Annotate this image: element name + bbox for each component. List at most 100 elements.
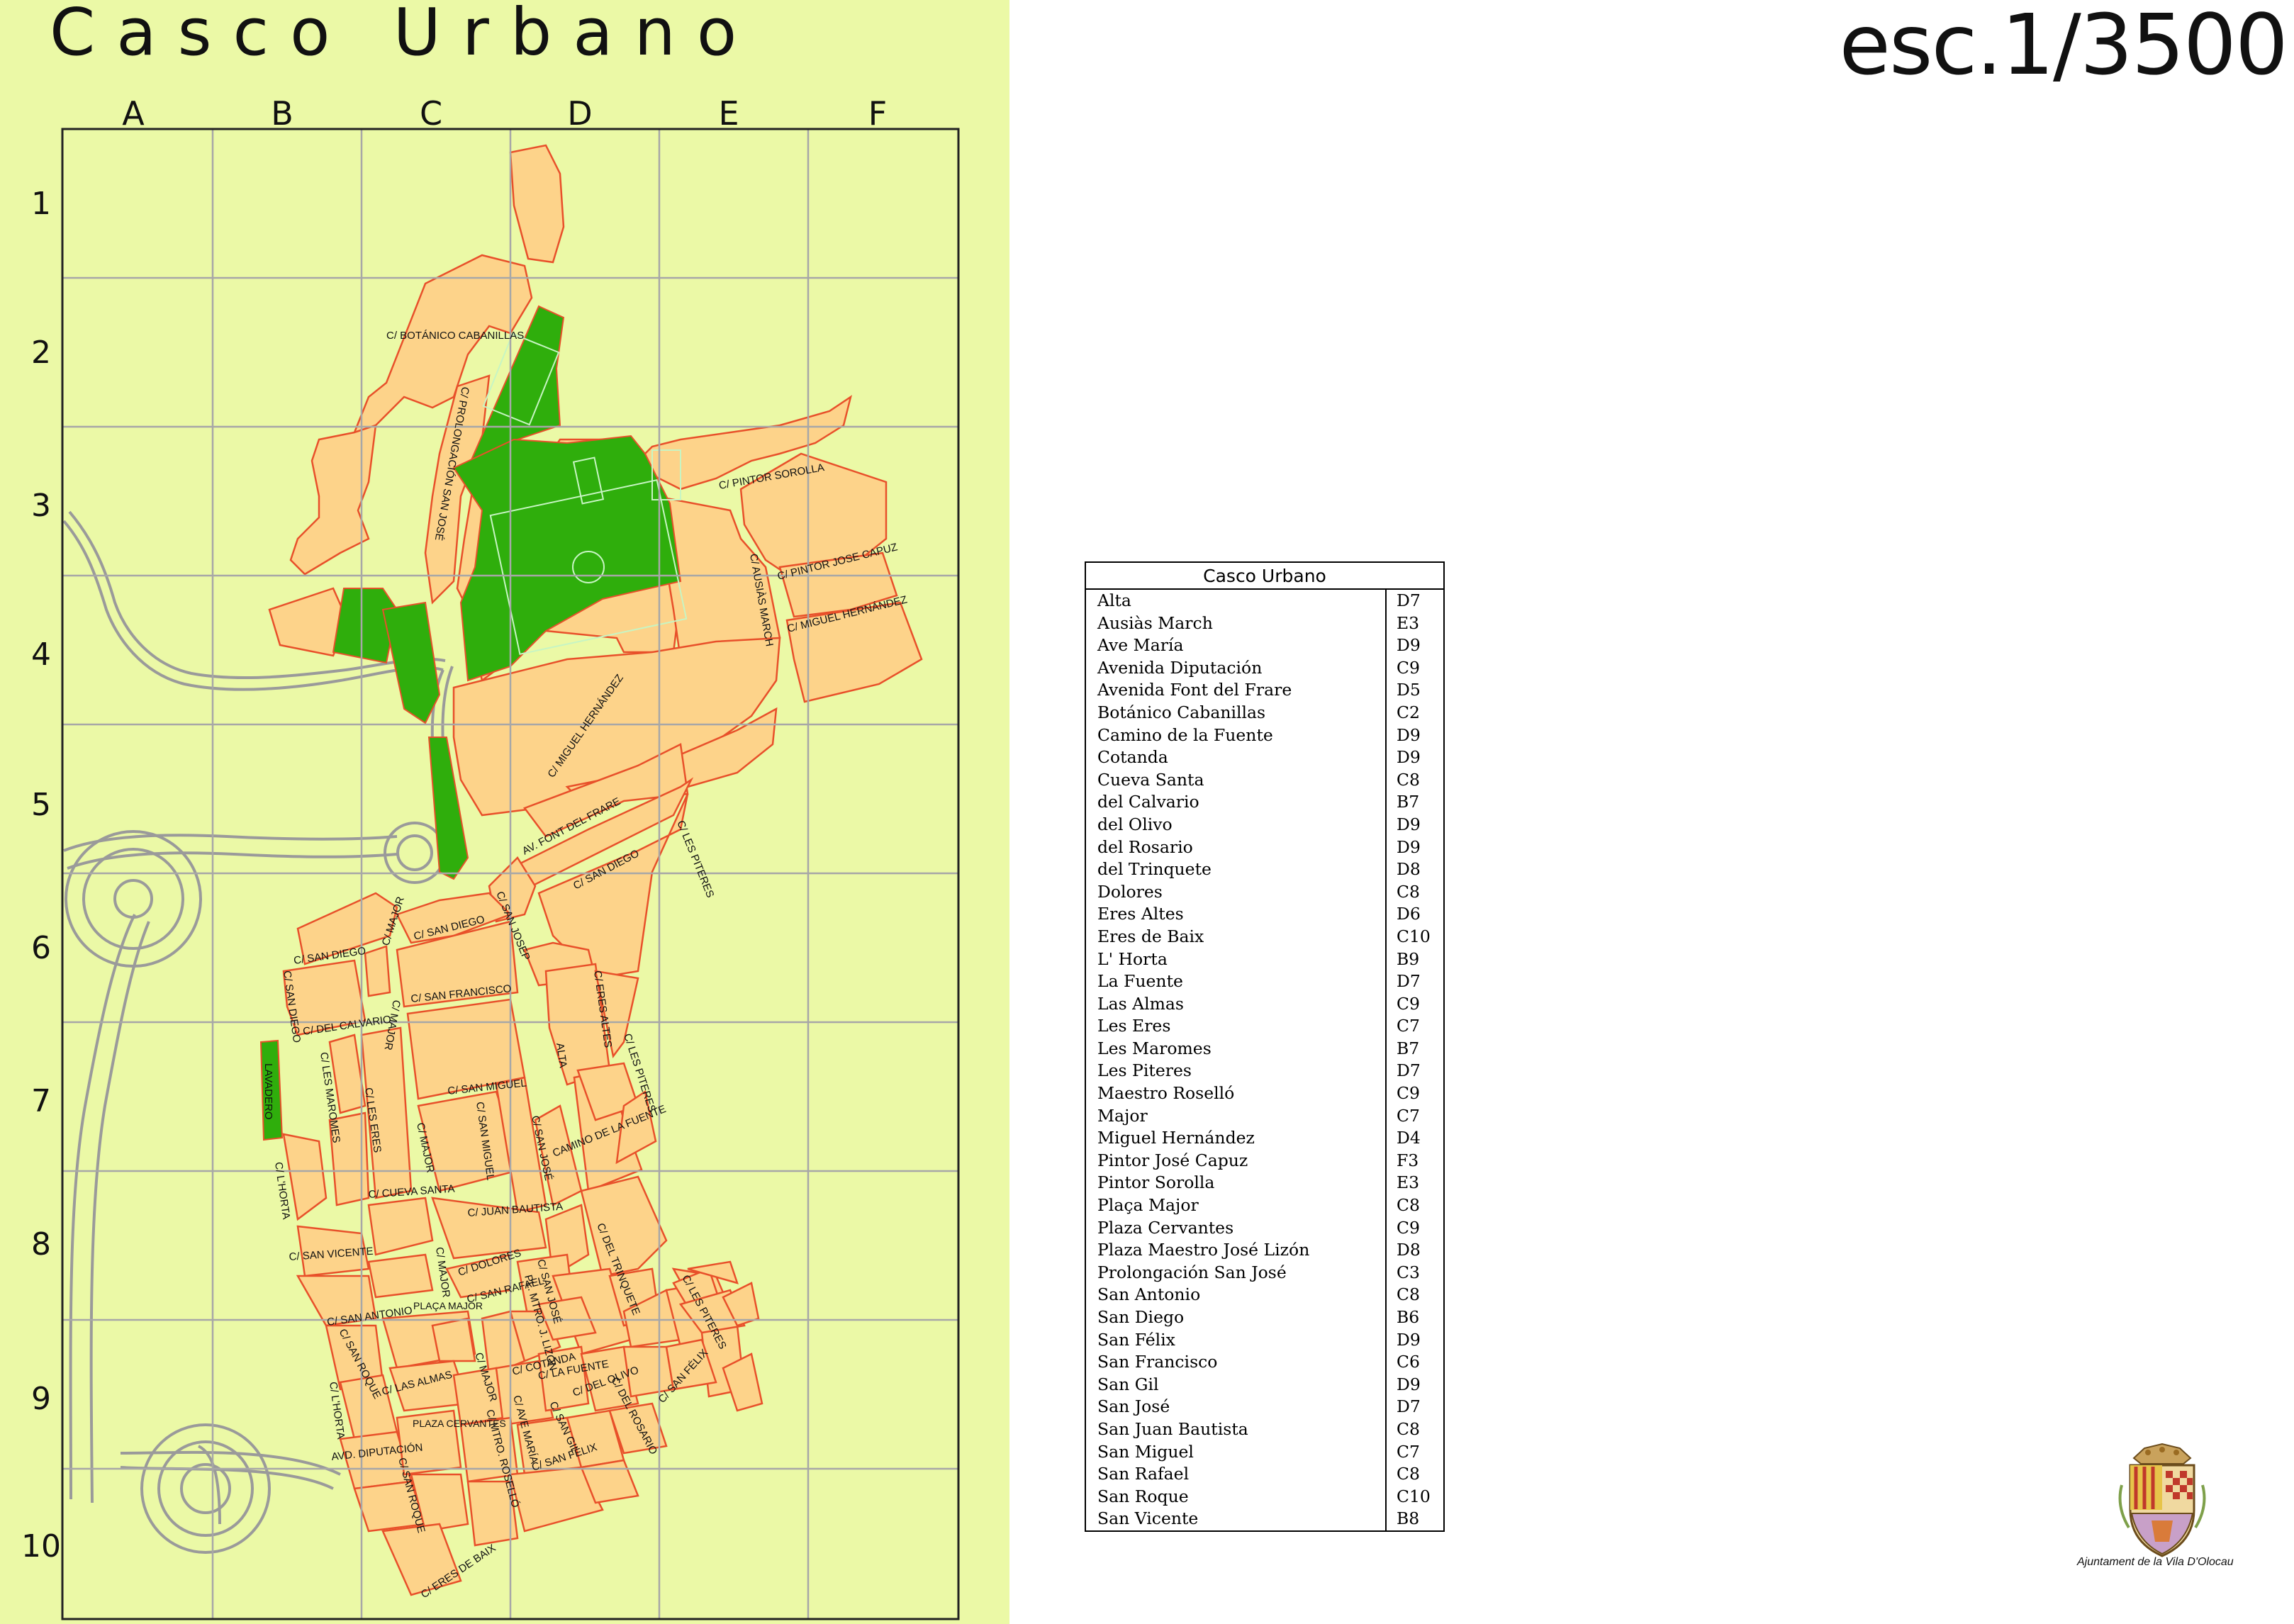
index-street-name: San Diego [1097,1307,1185,1327]
index-street-name: del Trinquete [1097,859,1212,880]
index-grid-ref: C8 [1385,1418,1444,1441]
scale-label: esc.1/3500 [1839,0,2288,94]
index-row: Cueva Santa C8 [1085,768,1444,792]
index-grid-ref: E3 [1385,1172,1444,1195]
index-row: Dolores C8 [1085,880,1444,904]
index-grid-ref: C8 [1385,768,1444,792]
index-row: del Olivo D9 [1085,813,1444,836]
index-row: San Gil D9 [1085,1373,1444,1396]
index-row: Major C7 [1085,1104,1444,1128]
grid-row-2: 2 [31,335,51,371]
index-street-name: San Félix [1097,1329,1175,1350]
index-grid-ref: C8 [1385,880,1444,904]
index-street-name: Avenida Font del Frare [1097,680,1292,700]
index-row: San Diego B6 [1085,1306,1444,1329]
index-body: Alta D7 Ausiàs March E3 Ave María D9 Avenida D… [1085,589,1444,1531]
index-grid-ref: C10 [1385,1485,1444,1508]
index-grid-ref: B9 [1385,948,1444,971]
index-street-name: Major [1097,1105,1148,1126]
index-street-name: Dolores [1097,881,1163,902]
index-street-name: San Rafael [1097,1464,1190,1484]
index-grid-ref: C9 [1385,992,1444,1016]
street-index-table: Casco Urbano Alta D7 Ausiàs March E3 Ave Mar… [1085,561,1445,1532]
index-grid-ref: C8 [1385,1463,1444,1486]
index-grid-ref: F3 [1385,1149,1444,1172]
index-row: Les Maromes B7 [1085,1037,1444,1060]
town-map[interactable]: A B C D E F 1 2 3 4 5 6 7 8 9 10 C/ BOTÁ… [0,0,1009,1624]
index-street-name: Ausiàs March [1097,612,1213,633]
index-grid-ref: C10 [1385,925,1444,948]
index-grid-ref: D7 [1385,970,1444,993]
crest-caption: Ajuntament de la Vila D'Olocau [2077,1556,2234,1568]
index-grid-ref: D9 [1385,1373,1444,1396]
index-grid-ref: C7 [1385,1015,1444,1038]
index-grid-ref: B7 [1385,1037,1444,1060]
municipal-crest-icon [2118,1443,2206,1557]
grid-row-8: 8 [31,1226,51,1262]
grid-row-4: 4 [31,637,51,673]
index-grid-ref: C3 [1385,1261,1444,1284]
index-row: Ave María D9 [1085,634,1444,657]
grid-row-10: 10 [21,1528,61,1564]
index-row: Pintor José Capuz F3 [1085,1149,1444,1172]
index-street-name: Plaza Cervantes [1097,1217,1234,1238]
index-row: Cotanda D9 [1085,746,1444,769]
index-street-name: Maestro Roselló [1097,1083,1235,1104]
grid-row-6: 6 [31,930,51,966]
index-street-name: Cueva Santa [1097,769,1204,790]
index-street-name: Plaza Maestro José Lizón [1097,1240,1310,1260]
index-row: La Fuente D7 [1085,970,1444,993]
index-row: Avenida Font del Frare D5 [1085,679,1444,702]
index-row: Botánico Cabanillas C2 [1085,701,1444,724]
index-grid-ref: D9 [1385,813,1444,836]
index-street-name: Les Eres [1097,1016,1171,1036]
index-grid-ref: C7 [1385,1440,1444,1464]
index-street-name: Ave María [1097,635,1184,656]
index-grid-ref: C8 [1385,1284,1444,1306]
index-street-name: del Calvario [1097,792,1199,812]
index-street-name: San Vicente [1097,1508,1199,1529]
grid-row-7: 7 [31,1083,51,1119]
index-row: San Rafael C8 [1085,1463,1444,1486]
index-row: San Miguel C7 [1085,1440,1444,1464]
index-row: Plaça Major C8 [1085,1194,1444,1217]
index-grid-ref: C7 [1385,1104,1444,1128]
index-grid-ref: E3 [1385,612,1444,635]
index-street-name: San Francisco [1097,1352,1218,1372]
index-row: Plaza Maestro José Lizón D8 [1085,1239,1444,1262]
index-street-name: Botánico Cabanillas [1097,702,1266,722]
index-street-name: Miguel Hernández [1097,1128,1255,1148]
index-grid-ref: C6 [1385,1351,1444,1374]
street-label: C/ LES PITERES [674,819,716,900]
index-row: San Francisco C6 [1085,1351,1444,1374]
grid-col-f: F [868,94,887,133]
index-row: Eres de Baix C10 [1085,925,1444,948]
index-grid-ref: C9 [1385,1082,1444,1105]
street-label: C/ BOTÁNICO CABANILLAS [386,330,524,342]
index-grid-ref: D8 [1385,858,1444,881]
grid-col-a: A [122,94,145,133]
grid-col-c: C [420,94,442,133]
index-grid-ref: C9 [1385,656,1444,680]
index-header-row: Casco Urbano [1085,562,1444,590]
index-street-name: Las Almas [1097,993,1184,1014]
index-row: Eres Altes D6 [1085,903,1444,926]
index-street-name: Cotanda [1097,747,1168,768]
map-grid [62,129,958,1619]
index-grid-ref: C9 [1385,1216,1444,1240]
index-row: del Calvario B7 [1085,791,1444,814]
index-row: Plaza Cervantes C9 [1085,1216,1444,1240]
index-street-name: La Fuente [1097,971,1183,992]
index-row: L' Horta B9 [1085,948,1444,971]
index-grid-ref: D9 [1385,746,1444,769]
index-street-name: Plaça Major [1097,1195,1199,1216]
index-grid-ref: D7 [1385,1060,1444,1083]
lavadero-label: LAVADERO [262,1063,274,1119]
index-street-name: San José [1097,1396,1170,1417]
index-street-name: del Olivo [1097,814,1173,834]
index-street-name: Eres de Baix [1097,926,1204,946]
index-street-name: Eres Altes [1097,904,1184,924]
index-row: San Antonio C8 [1085,1284,1444,1306]
index-street-name: San Antonio [1097,1284,1201,1305]
index-street-name: del Rosario [1097,836,1193,857]
